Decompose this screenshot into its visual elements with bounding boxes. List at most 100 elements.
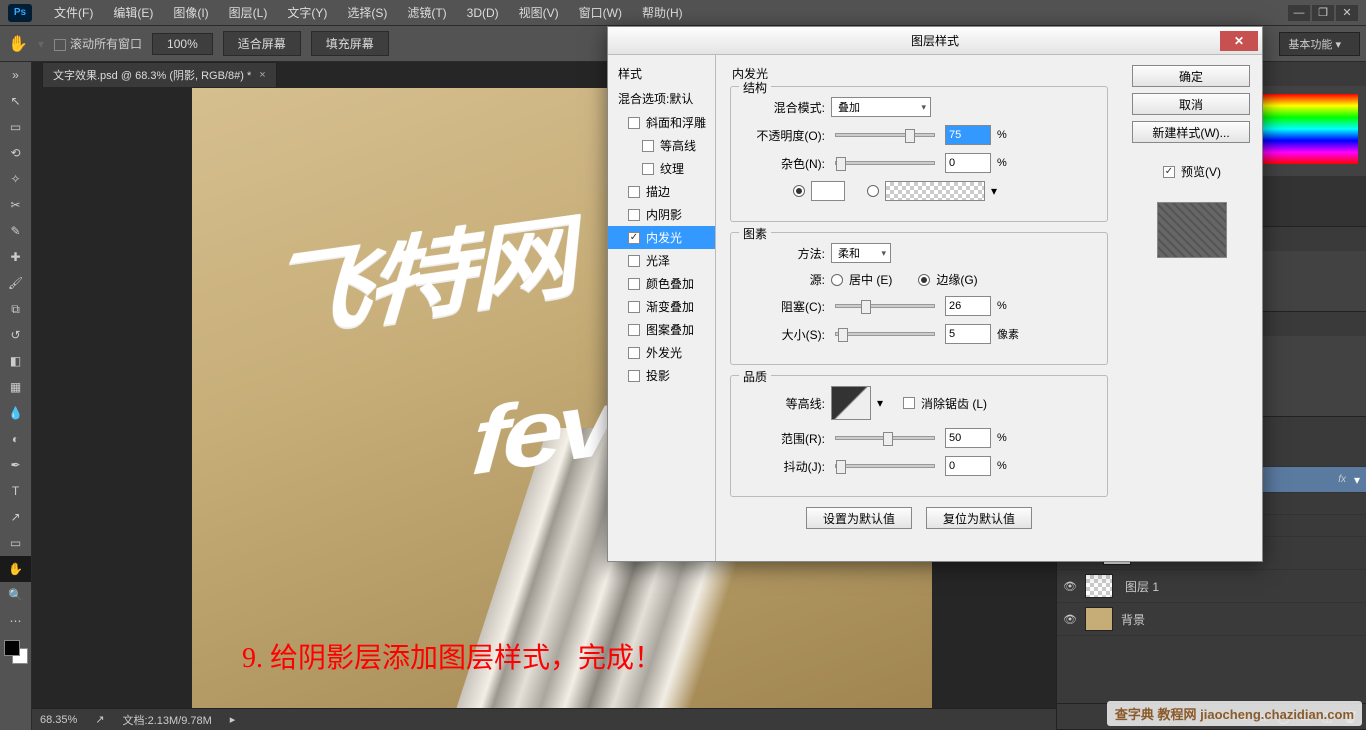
brush-tool[interactable]: 🖌 bbox=[0, 270, 31, 296]
jitter-slider[interactable] bbox=[835, 464, 935, 468]
menu-type[interactable]: 文字(Y) bbox=[277, 0, 337, 25]
visibility-icon[interactable]: 👁 bbox=[1063, 612, 1077, 626]
antialias-checkbox[interactable] bbox=[903, 397, 915, 409]
layer-row[interactable]: 👁 图层 1 bbox=[1057, 570, 1366, 603]
blend-mode-dropdown[interactable]: 叠加 bbox=[831, 97, 931, 117]
source-edge-radio[interactable] bbox=[918, 274, 930, 286]
style-bevel[interactable]: 斜面和浮雕 bbox=[608, 111, 715, 134]
style-outer-glow[interactable]: 外发光 bbox=[608, 341, 715, 364]
style-satin[interactable]: 光泽 bbox=[608, 249, 715, 272]
blending-options[interactable]: 混合选项:默认 bbox=[608, 86, 715, 111]
eraser-tool[interactable]: ◧ bbox=[0, 348, 31, 374]
quality-group: 品质 等高线: ▾ 消除锯齿 (L) 范围(R): % 抖动(J): % bbox=[730, 375, 1108, 497]
lasso-tool[interactable]: ⟲ bbox=[0, 140, 31, 166]
range-input[interactable] bbox=[945, 428, 991, 448]
status-zoom[interactable]: 68.35% bbox=[40, 714, 77, 726]
layer-style-dialog: 图层样式 ✕ 样式 混合选项:默认 斜面和浮雕 等高线 纹理 描边 内阴影 ✓内… bbox=[607, 26, 1263, 562]
choke-input[interactable] bbox=[945, 296, 991, 316]
opacity-input[interactable] bbox=[945, 125, 991, 145]
type-tool[interactable]: T bbox=[0, 478, 31, 504]
path-tool[interactable]: ↗ bbox=[0, 504, 31, 530]
gradient-tool[interactable]: ▦ bbox=[0, 374, 31, 400]
menu-window[interactable]: 窗口(W) bbox=[569, 0, 632, 25]
fill-screen-button[interactable]: 填充屏幕 bbox=[311, 31, 389, 56]
make-default-button[interactable]: 设置为默认值 bbox=[806, 507, 912, 529]
style-color-overlay[interactable]: 颜色叠加 bbox=[608, 272, 715, 295]
shape-tool[interactable]: ▭ bbox=[0, 530, 31, 556]
dialog-close-button[interactable]: ✕ bbox=[1220, 31, 1258, 51]
styles-heading[interactable]: 样式 bbox=[608, 61, 715, 86]
fit-screen-button[interactable]: 适合屏幕 bbox=[223, 31, 301, 56]
ok-button[interactable]: 确定 bbox=[1132, 65, 1250, 87]
maximize-button[interactable]: ❐ bbox=[1312, 5, 1334, 21]
range-slider[interactable] bbox=[835, 436, 935, 440]
style-gradient-overlay[interactable]: 渐变叠加 bbox=[608, 295, 715, 318]
layer-row[interactable]: 👁 背景 bbox=[1057, 603, 1366, 636]
fx-badge[interactable]: fx bbox=[1338, 474, 1346, 485]
preview-checkbox[interactable]: ✓ bbox=[1163, 166, 1175, 178]
style-texture[interactable]: 纹理 bbox=[608, 157, 715, 180]
style-stroke[interactable]: 描边 bbox=[608, 180, 715, 203]
noise-slider[interactable] bbox=[835, 161, 935, 165]
style-drop-shadow[interactable]: 投影 bbox=[608, 364, 715, 387]
contour-picker[interactable] bbox=[831, 386, 871, 420]
style-pattern-overlay[interactable]: 图案叠加 bbox=[608, 318, 715, 341]
menu-layer[interactable]: 图层(L) bbox=[219, 0, 278, 25]
glow-gradient-picker[interactable] bbox=[885, 181, 985, 201]
color-swatch[interactable] bbox=[0, 638, 31, 678]
window-controls: — ❐ ✕ bbox=[1288, 5, 1358, 21]
menu-view[interactable]: 视图(V) bbox=[509, 0, 569, 25]
noise-input[interactable] bbox=[945, 153, 991, 173]
workspace-selector[interactable]: 基本功能 ▾ bbox=[1279, 32, 1360, 56]
move-tool[interactable]: ↖ bbox=[0, 88, 31, 114]
source-center-radio[interactable] bbox=[831, 274, 843, 286]
stamp-tool[interactable]: ⧉ bbox=[0, 296, 31, 322]
size-slider[interactable] bbox=[835, 332, 935, 336]
marquee-tool[interactable]: ▭ bbox=[0, 114, 31, 140]
zoom-tool[interactable]: 🔍 bbox=[0, 582, 31, 608]
crop-tool[interactable]: ✂ bbox=[0, 192, 31, 218]
heal-tool[interactable]: ✚ bbox=[0, 244, 31, 270]
dialog-right-column: 确定 取消 新建样式(W)... ✓预览(V) bbox=[1122, 55, 1262, 561]
eyedropper-tool[interactable]: ✎ bbox=[0, 218, 31, 244]
close-button[interactable]: ✕ bbox=[1336, 5, 1358, 21]
size-input[interactable] bbox=[945, 324, 991, 344]
minimize-button[interactable]: — bbox=[1288, 5, 1310, 21]
jitter-input[interactable] bbox=[945, 456, 991, 476]
menu-filter[interactable]: 滤镜(T) bbox=[397, 0, 456, 25]
menu-select[interactable]: 选择(S) bbox=[337, 0, 397, 25]
dodge-tool[interactable]: ◐ bbox=[0, 426, 31, 452]
history-brush-tool[interactable]: ↺ bbox=[0, 322, 31, 348]
status-arrow-icon[interactable]: ↗ bbox=[95, 713, 104, 726]
wand-tool[interactable]: ✧ bbox=[0, 166, 31, 192]
opacity-slider[interactable] bbox=[835, 133, 935, 137]
technique-dropdown[interactable]: 柔和 bbox=[831, 243, 891, 263]
glow-color-swatch[interactable] bbox=[811, 181, 845, 201]
hand-tool[interactable]: ✋ bbox=[0, 556, 31, 582]
style-inner-shadow[interactable]: 内阴影 bbox=[608, 203, 715, 226]
style-contour[interactable]: 等高线 bbox=[608, 134, 715, 157]
menu-file[interactable]: 文件(F) bbox=[44, 0, 103, 25]
pen-tool[interactable]: ✒ bbox=[0, 452, 31, 478]
more-tools[interactable]: ⋯ bbox=[0, 608, 31, 634]
reset-default-button[interactable]: 复位为默认值 bbox=[926, 507, 1032, 529]
menu-image[interactable]: 图像(I) bbox=[163, 0, 218, 25]
tab-close-icon[interactable]: × bbox=[259, 69, 265, 81]
menu-help[interactable]: 帮助(H) bbox=[632, 0, 693, 25]
expand-icon[interactable]: » bbox=[0, 62, 31, 88]
choke-slider[interactable] bbox=[835, 304, 935, 308]
glow-gradient-radio[interactable] bbox=[867, 185, 879, 197]
style-inner-glow[interactable]: ✓内发光 bbox=[608, 226, 715, 249]
zoom-100-button[interactable]: 100% bbox=[152, 33, 213, 55]
cancel-button[interactable]: 取消 bbox=[1132, 93, 1250, 115]
blur-tool[interactable]: 💧 bbox=[0, 400, 31, 426]
visibility-icon[interactable]: 👁 bbox=[1063, 579, 1077, 593]
menu-3d[interactable]: 3D(D) bbox=[457, 2, 509, 24]
style-settings: 内发光 结构 混合模式: 叠加 不透明度(O): % 杂色(N): % bbox=[716, 55, 1122, 561]
dialog-titlebar[interactable]: 图层样式 ✕ bbox=[608, 27, 1262, 55]
menu-edit[interactable]: 编辑(E) bbox=[103, 0, 163, 25]
document-tab[interactable]: 文字效果.psd @ 68.3% (阴影, RGB/8#) *× bbox=[42, 62, 277, 87]
scroll-all-windows[interactable]: 滚动所有窗口 bbox=[54, 35, 142, 52]
new-style-button[interactable]: 新建样式(W)... bbox=[1132, 121, 1250, 143]
glow-color-radio[interactable] bbox=[793, 185, 805, 197]
